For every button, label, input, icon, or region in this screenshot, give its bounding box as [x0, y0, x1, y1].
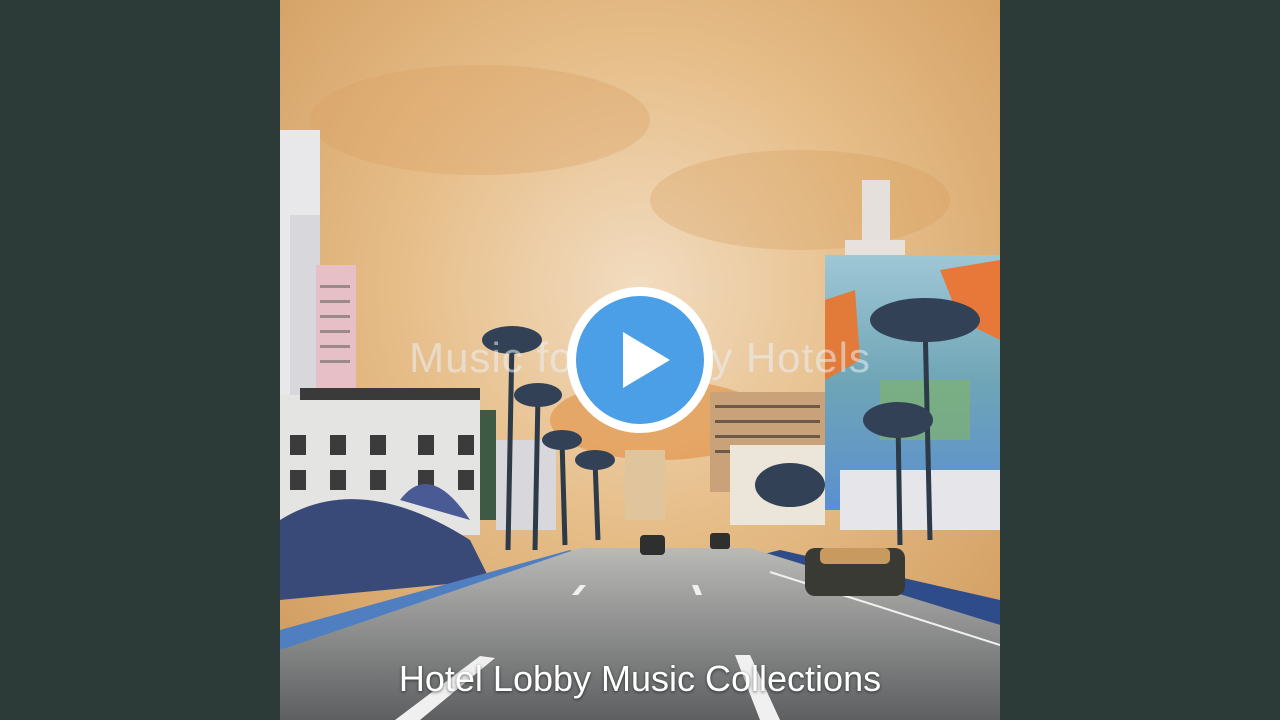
video-caption: Hotel Lobby Music Collections: [398, 658, 882, 699]
play-icon: [623, 332, 670, 388]
play-button[interactable]: [567, 287, 713, 433]
